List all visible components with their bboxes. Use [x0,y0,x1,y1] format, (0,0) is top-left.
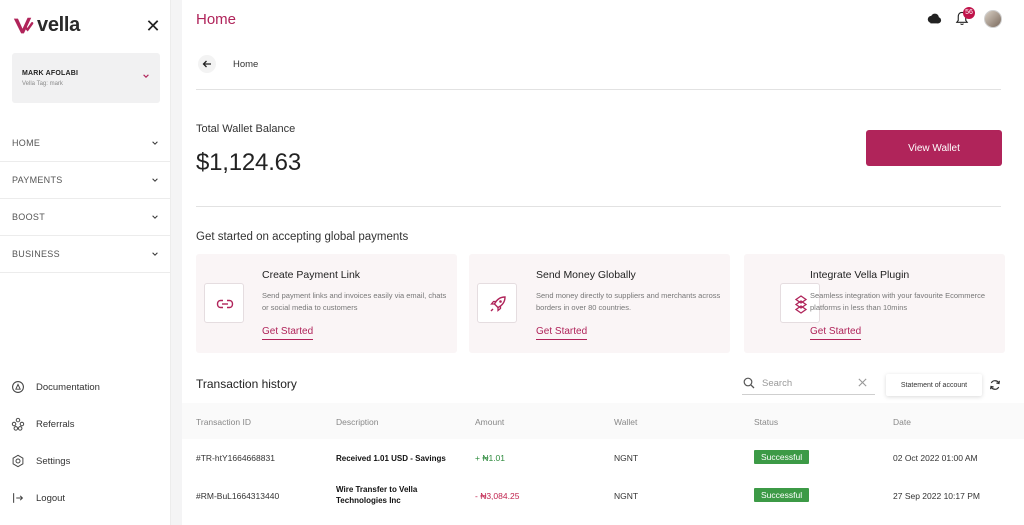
sidebar-bottom-nav: Documentation Referrals Settings Logout [0,376,171,524]
sidebar: vella ✕ MARK AFOLABI Vella Tag: mark HOM… [0,0,171,525]
chevron-down-icon [152,178,158,182]
table-header: Transaction ID Description Amount Wallet… [182,403,1024,439]
sidebar-item-settings[interactable]: Settings [0,450,171,487]
search-input[interactable] [762,375,852,391]
notification-badge: 56 [963,7,975,19]
status-badge: Successful [754,450,810,464]
card-description: Seamless integration with your favourite… [810,291,986,312]
arrow-left-icon [202,60,211,68]
close-sidebar-icon[interactable]: ✕ [145,17,161,35]
documentation-icon [12,381,24,393]
sidebar-item-label: Settings [36,456,71,467]
column-header: Status [754,417,779,427]
logo[interactable]: vella [12,14,80,37]
statement-of-account-button[interactable]: Statement of account [886,374,982,396]
transaction-id: #RM-BuL1664313440 [196,491,280,501]
transaction-history-title: Transaction history [196,377,297,391]
sidebar-item-label: BUSINESS [12,249,60,259]
card-create-payment-link: Create Payment Link Send payment links a… [196,254,457,353]
card-icon-box [477,283,517,323]
sidebar-item-home[interactable]: HOME [0,125,171,162]
transaction-description: Wire Transfer to Vella Technologies Inc [336,485,418,505]
search-underline [742,394,875,395]
chevron-down-icon [152,215,158,219]
get-started-title: Get started on accepting global payments [196,231,409,243]
wallet-balance-value: $1,124.63 [196,149,301,176]
weather-icon[interactable] [926,12,942,25]
card-description: Send payment links and invoices easily v… [262,291,447,312]
search-icon [743,377,755,389]
column-header: Amount [475,417,505,427]
card-title: Create Payment Link [262,269,361,281]
profile-card[interactable]: MARK AFOLABI Vella Tag: mark [12,53,160,103]
wallet-balance-label: Total Wallet Balance [196,123,296,135]
transaction-date: 27 Sep 2022 10:17 PM [893,491,980,501]
status-badge: Successful [754,488,810,502]
card-title: Integrate Vella Plugin [810,269,910,281]
chevron-down-icon [152,252,158,256]
profile-name: MARK AFOLABI [22,70,79,77]
sidebar-item-label: PAYMENTS [12,175,63,185]
sidebar-item-label: Documentation [36,382,100,393]
sidebar-item-label: BOOST [12,212,46,222]
view-wallet-button[interactable]: View Wallet [866,130,1002,166]
card-icon-box [204,283,244,323]
sidebar-item-label: Referrals [36,419,75,430]
sidebar-item-business[interactable]: BUSINESS [0,236,171,273]
avatar[interactable] [984,10,1002,28]
card-title: Send Money Globally [536,269,636,281]
sidebar-item-label: HOME [12,138,41,148]
column-header: Wallet [614,417,638,427]
sidebar-item-label: Logout [36,493,66,504]
page-title: Home [196,11,237,28]
transaction-wallet: NGNT [614,491,639,501]
transaction-amount: + ₦1.01 [475,453,506,463]
column-header: Description [336,417,379,427]
link-icon [216,299,234,309]
card-description: Send money directly to suppliers and mer… [536,291,721,312]
get-started-link[interactable]: Get Started [536,326,588,340]
sidebar-item-referrals[interactable]: Referrals [0,413,171,450]
top-header: Home 56 [182,0,1024,38]
close-icon[interactable] [857,377,868,388]
refresh-icon[interactable] [989,379,1001,391]
transaction-wallet: NGNT [614,453,639,463]
rocket-icon [490,296,506,312]
card-send-money-globally: Send Money Globally Send money directly … [469,254,730,353]
profile-tag: Vella Tag: mark [22,81,63,87]
divider [196,89,1001,90]
get-started-link[interactable]: Get Started [262,326,314,340]
breadcrumb: Home [233,59,259,70]
referrals-icon [11,417,25,431]
sidebar-nav: HOME PAYMENTS BOOST BUSINESS [0,125,171,273]
logo-text: vella [37,14,80,36]
sidebar-item-logout[interactable]: Logout [0,487,171,524]
column-header: Date [893,417,911,427]
transaction-amount: - ₦3,084.25 [475,491,520,501]
get-started-link[interactable]: Get Started [810,326,862,340]
sidebar-item-documentation[interactable]: Documentation [0,376,171,413]
sidebar-item-payments[interactable]: PAYMENTS [0,162,171,199]
logout-icon [13,493,24,503]
layers-icon [794,295,808,314]
transaction-id: #TR-htY1664668831 [196,453,275,463]
sidebar-item-boost[interactable]: BOOST [0,199,171,236]
table-row[interactable]: #TR-htY1664668831 Received 1.01 USD - Sa… [182,439,1024,477]
transaction-date: 02 Oct 2022 01:00 AM [893,453,978,463]
vella-logo-icon [13,17,34,33]
chevron-down-icon [152,141,158,145]
chevron-down-icon [143,74,149,78]
settings-icon [12,454,24,468]
divider [196,206,1001,207]
column-header: Transaction ID [196,417,251,427]
table-row[interactable]: #RM-BuL1664313440 Wire Transfer to Vella… [182,477,1024,515]
back-button[interactable] [198,55,216,73]
main-content: Home Total Wallet Balance $1,124.63 View… [182,38,1024,525]
card-integrate-vella-plugin: Integrate Vella Plugin Seamless integrat… [744,254,1005,353]
transaction-description: Received 1.01 USD - Savings [336,454,446,463]
